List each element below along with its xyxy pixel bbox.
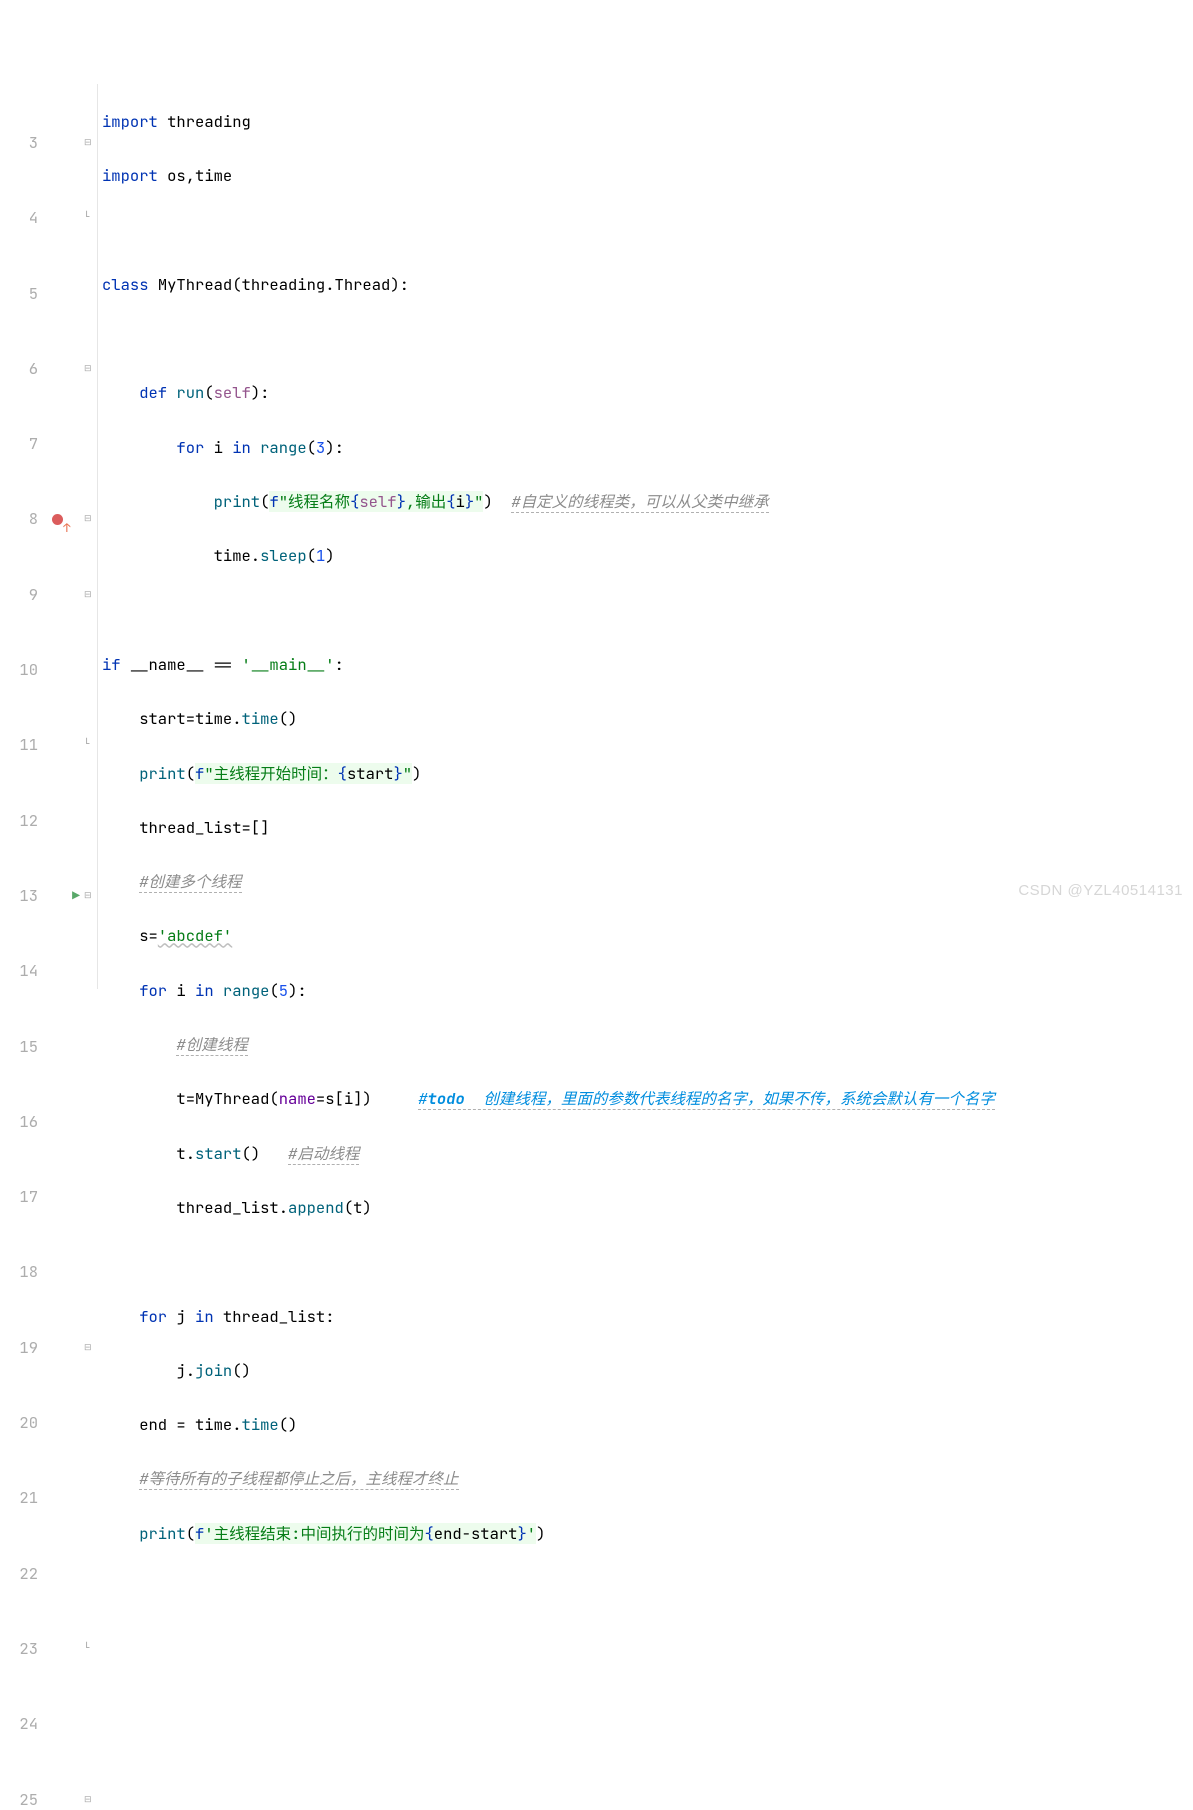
code-area[interactable]: import threading import os,time class My… [98, 84, 1193, 989]
code-line[interactable]: t=MyThread(name=s[i]) #todo 创建线程，里面的参数代表… [102, 1082, 1193, 1115]
line-number[interactable]: 4 [0, 201, 38, 234]
line-number[interactable]: 10 [0, 653, 38, 686]
fold-expand-icon[interactable]: ⊟ [84, 578, 92, 611]
code-line[interactable] [102, 594, 1193, 627]
code-line[interactable]: def run(self): [102, 376, 1193, 409]
code-line[interactable]: #创建线程 [102, 1028, 1193, 1061]
code-line[interactable]: j.join() [102, 1354, 1193, 1387]
code-line[interactable]: class MyThread(threading.Thread): [102, 268, 1193, 301]
code-line[interactable]: end = time.time() [102, 1408, 1193, 1441]
code-line[interactable]: time.sleep(1) [102, 539, 1193, 572]
fold-expand-icon[interactable]: ⊟ [84, 502, 92, 535]
line-number[interactable]: 13 [0, 879, 38, 912]
line-number[interactable]: 22 [0, 1557, 38, 1590]
line-number[interactable]: 14 [0, 954, 38, 987]
run-icon[interactable]: ▶ [72, 879, 80, 912]
code-line[interactable]: for j in thread_list: [102, 1300, 1193, 1333]
line-number[interactable]: 15 [0, 1030, 38, 1063]
line-number[interactable]: 9 [0, 578, 38, 611]
line-number[interactable]: 25 [0, 1783, 38, 1810]
code-line[interactable]: thread_list=[] [102, 811, 1193, 844]
line-number[interactable]: 19 [0, 1331, 38, 1364]
line-number[interactable]: 17 [0, 1180, 38, 1213]
code-line[interactable]: print(f'主线程结束:中间执行的时间为{end-start}') [102, 1517, 1193, 1550]
breakpoint-gutter[interactable]: ↑ [46, 84, 68, 989]
code-line[interactable]: import threading [102, 105, 1193, 138]
line-number[interactable]: 23 [0, 1632, 38, 1665]
fold-end-icon: └ [84, 728, 89, 761]
code-line[interactable] [102, 1245, 1193, 1278]
watermark: CSDN @YZL40514131 [1018, 882, 1183, 899]
code-line[interactable]: t.start() #启动线程 [102, 1137, 1193, 1170]
line-number[interactable]: 20 [0, 1406, 38, 1439]
line-number[interactable]: 5 [0, 277, 38, 310]
code-line[interactable]: print(f"线程名称{self},输出{i}") #自定义的线程类，可以从父… [102, 485, 1193, 518]
fold-gutter: ⊟ └ ⊟ ⊟ ⊟ └ ⊟ ⊟ └ ⊟ └ └ [84, 84, 98, 989]
line-number[interactable]: 8 [0, 502, 38, 535]
code-line[interactable]: print(f"主线程开始时间：{start}") [102, 757, 1193, 790]
line-number[interactable]: 11 [0, 728, 38, 761]
code-line[interactable]: thread_list.append(t) [102, 1191, 1193, 1224]
code-line[interactable] [102, 214, 1193, 247]
line-number[interactable]: 16 [0, 1105, 38, 1138]
fold-expand-icon[interactable]: ⊟ [84, 879, 92, 912]
line-number[interactable]: 18 [0, 1255, 38, 1288]
arrow-up-icon: ↑ [63, 512, 70, 545]
code-line[interactable]: s='abcdef' [102, 919, 1193, 952]
code-line[interactable]: for i in range(5): [102, 974, 1193, 1007]
fold-expand-icon[interactable]: ⊟ [84, 1331, 92, 1364]
fold-expand-icon[interactable]: ⊟ [84, 126, 92, 159]
fold-end-icon: └ [84, 201, 89, 234]
fold-expand-icon[interactable]: ⊟ [84, 1783, 92, 1810]
line-number[interactable]: 3 [0, 126, 38, 159]
code-line[interactable]: start=time.time() [102, 702, 1193, 735]
code-line[interactable]: for i in range(3): [102, 431, 1193, 464]
line-number[interactable]: 7 [0, 427, 38, 460]
fold-expand-icon[interactable]: ⊟ [84, 352, 92, 385]
line-number[interactable]: 12 [0, 804, 38, 837]
line-number-gutter: 3 4 5 6 7 8 9 10 11 12 13 14 15 16 17 18… [0, 84, 46, 989]
line-number[interactable]: 24 [0, 1707, 38, 1740]
fold-end-icon: └ [84, 1632, 89, 1665]
line-number[interactable]: 21 [0, 1481, 38, 1514]
code-line[interactable]: import os,time [102, 159, 1193, 192]
line-number[interactable]: 6 [0, 352, 38, 385]
code-editor[interactable]: 3 4 5 6 7 8 9 10 11 12 13 14 15 16 17 18… [0, 84, 1193, 989]
breakpoint-icon[interactable]: ↑ [52, 514, 63, 525]
code-line[interactable] [102, 322, 1193, 355]
code-line[interactable]: #等待所有的子线程都停止之后，主线程才终止 [102, 1462, 1193, 1495]
code-line[interactable]: if __name__ == '__main__': [102, 648, 1193, 681]
